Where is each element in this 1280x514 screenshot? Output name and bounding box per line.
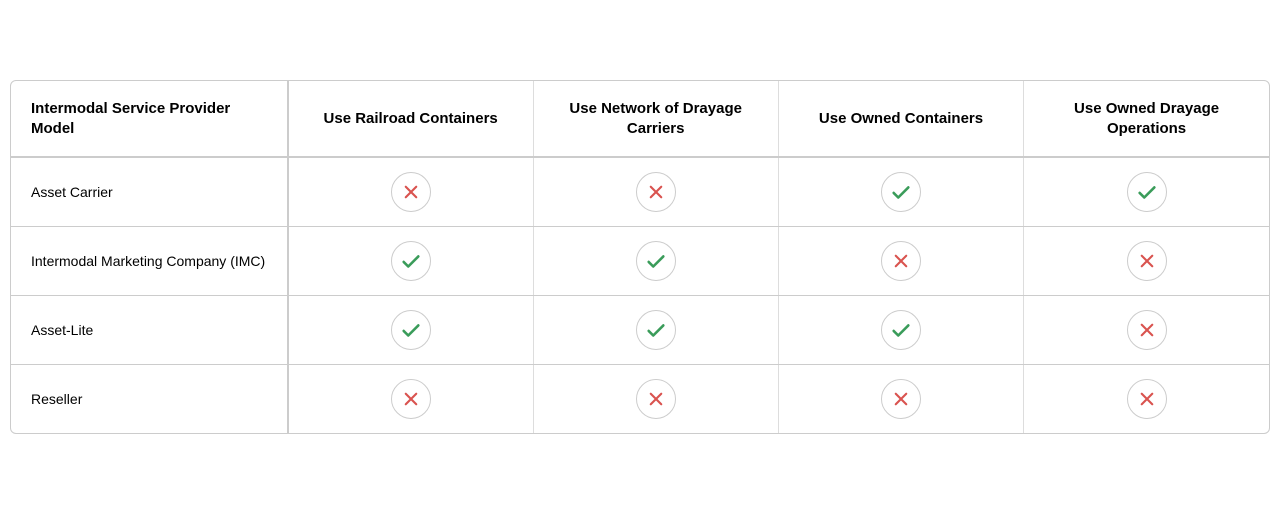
- table-row: Intermodal Marketing Company (IMC): [11, 227, 1269, 296]
- cell-2-2: [778, 296, 1023, 365]
- cell-1-1: [533, 227, 778, 296]
- header-owned-containers: Use Owned Containers: [778, 81, 1023, 157]
- table-row: Reseller: [11, 365, 1269, 434]
- cell-1-2: [778, 227, 1023, 296]
- cell-3-0: [288, 365, 533, 434]
- table-row: Asset Carrier: [11, 157, 1269, 227]
- cell-0-3: [1024, 157, 1269, 227]
- cross-icon: [881, 241, 921, 281]
- header-owned-drayage: Use Owned Drayage Operations: [1024, 81, 1269, 157]
- row-label: Asset Carrier: [11, 157, 288, 227]
- cell-0-0: [288, 157, 533, 227]
- cross-icon: [391, 172, 431, 212]
- cell-1-0: [288, 227, 533, 296]
- header-model: Intermodal Service Provider Model: [11, 81, 288, 157]
- cell-3-2: [778, 365, 1023, 434]
- cell-3-1: [533, 365, 778, 434]
- cross-icon: [1127, 379, 1167, 419]
- cross-icon: [1127, 310, 1167, 350]
- row-label: Intermodal Marketing Company (IMC): [11, 227, 288, 296]
- header-owned-containers-label: Use Owned Containers: [819, 110, 983, 127]
- row-label: Asset-Lite: [11, 296, 288, 365]
- comparison-table: Intermodal Service Provider Model Use Ra…: [10, 80, 1270, 434]
- cross-icon: [636, 379, 676, 419]
- check-icon: [636, 241, 676, 281]
- check-icon: [636, 310, 676, 350]
- header-railroad-label: Use Railroad Containers: [324, 110, 498, 127]
- check-icon: [391, 310, 431, 350]
- row-label: Reseller: [11, 365, 288, 434]
- check-icon: [391, 241, 431, 281]
- header-railroad: Use Railroad Containers: [288, 81, 533, 157]
- check-icon: [881, 310, 921, 350]
- cell-0-1: [533, 157, 778, 227]
- cell-2-1: [533, 296, 778, 365]
- table-row: Asset-Lite: [11, 296, 1269, 365]
- header-owned-drayage-label: Use Owned Drayage Operations: [1074, 100, 1219, 137]
- header-drayage-label: Use Network of Drayage Carriers: [569, 100, 742, 137]
- cell-2-0: [288, 296, 533, 365]
- cross-icon: [391, 379, 431, 419]
- cell-0-2: [778, 157, 1023, 227]
- cell-3-3: [1024, 365, 1269, 434]
- cross-icon: [636, 172, 676, 212]
- cross-icon: [881, 379, 921, 419]
- cell-1-3: [1024, 227, 1269, 296]
- cross-icon: [1127, 241, 1167, 281]
- header-drayage: Use Network of Drayage Carriers: [533, 81, 778, 157]
- check-icon: [1127, 172, 1167, 212]
- cell-2-3: [1024, 296, 1269, 365]
- header-model-label: Intermodal Service Provider Model: [31, 100, 230, 137]
- check-icon: [881, 172, 921, 212]
